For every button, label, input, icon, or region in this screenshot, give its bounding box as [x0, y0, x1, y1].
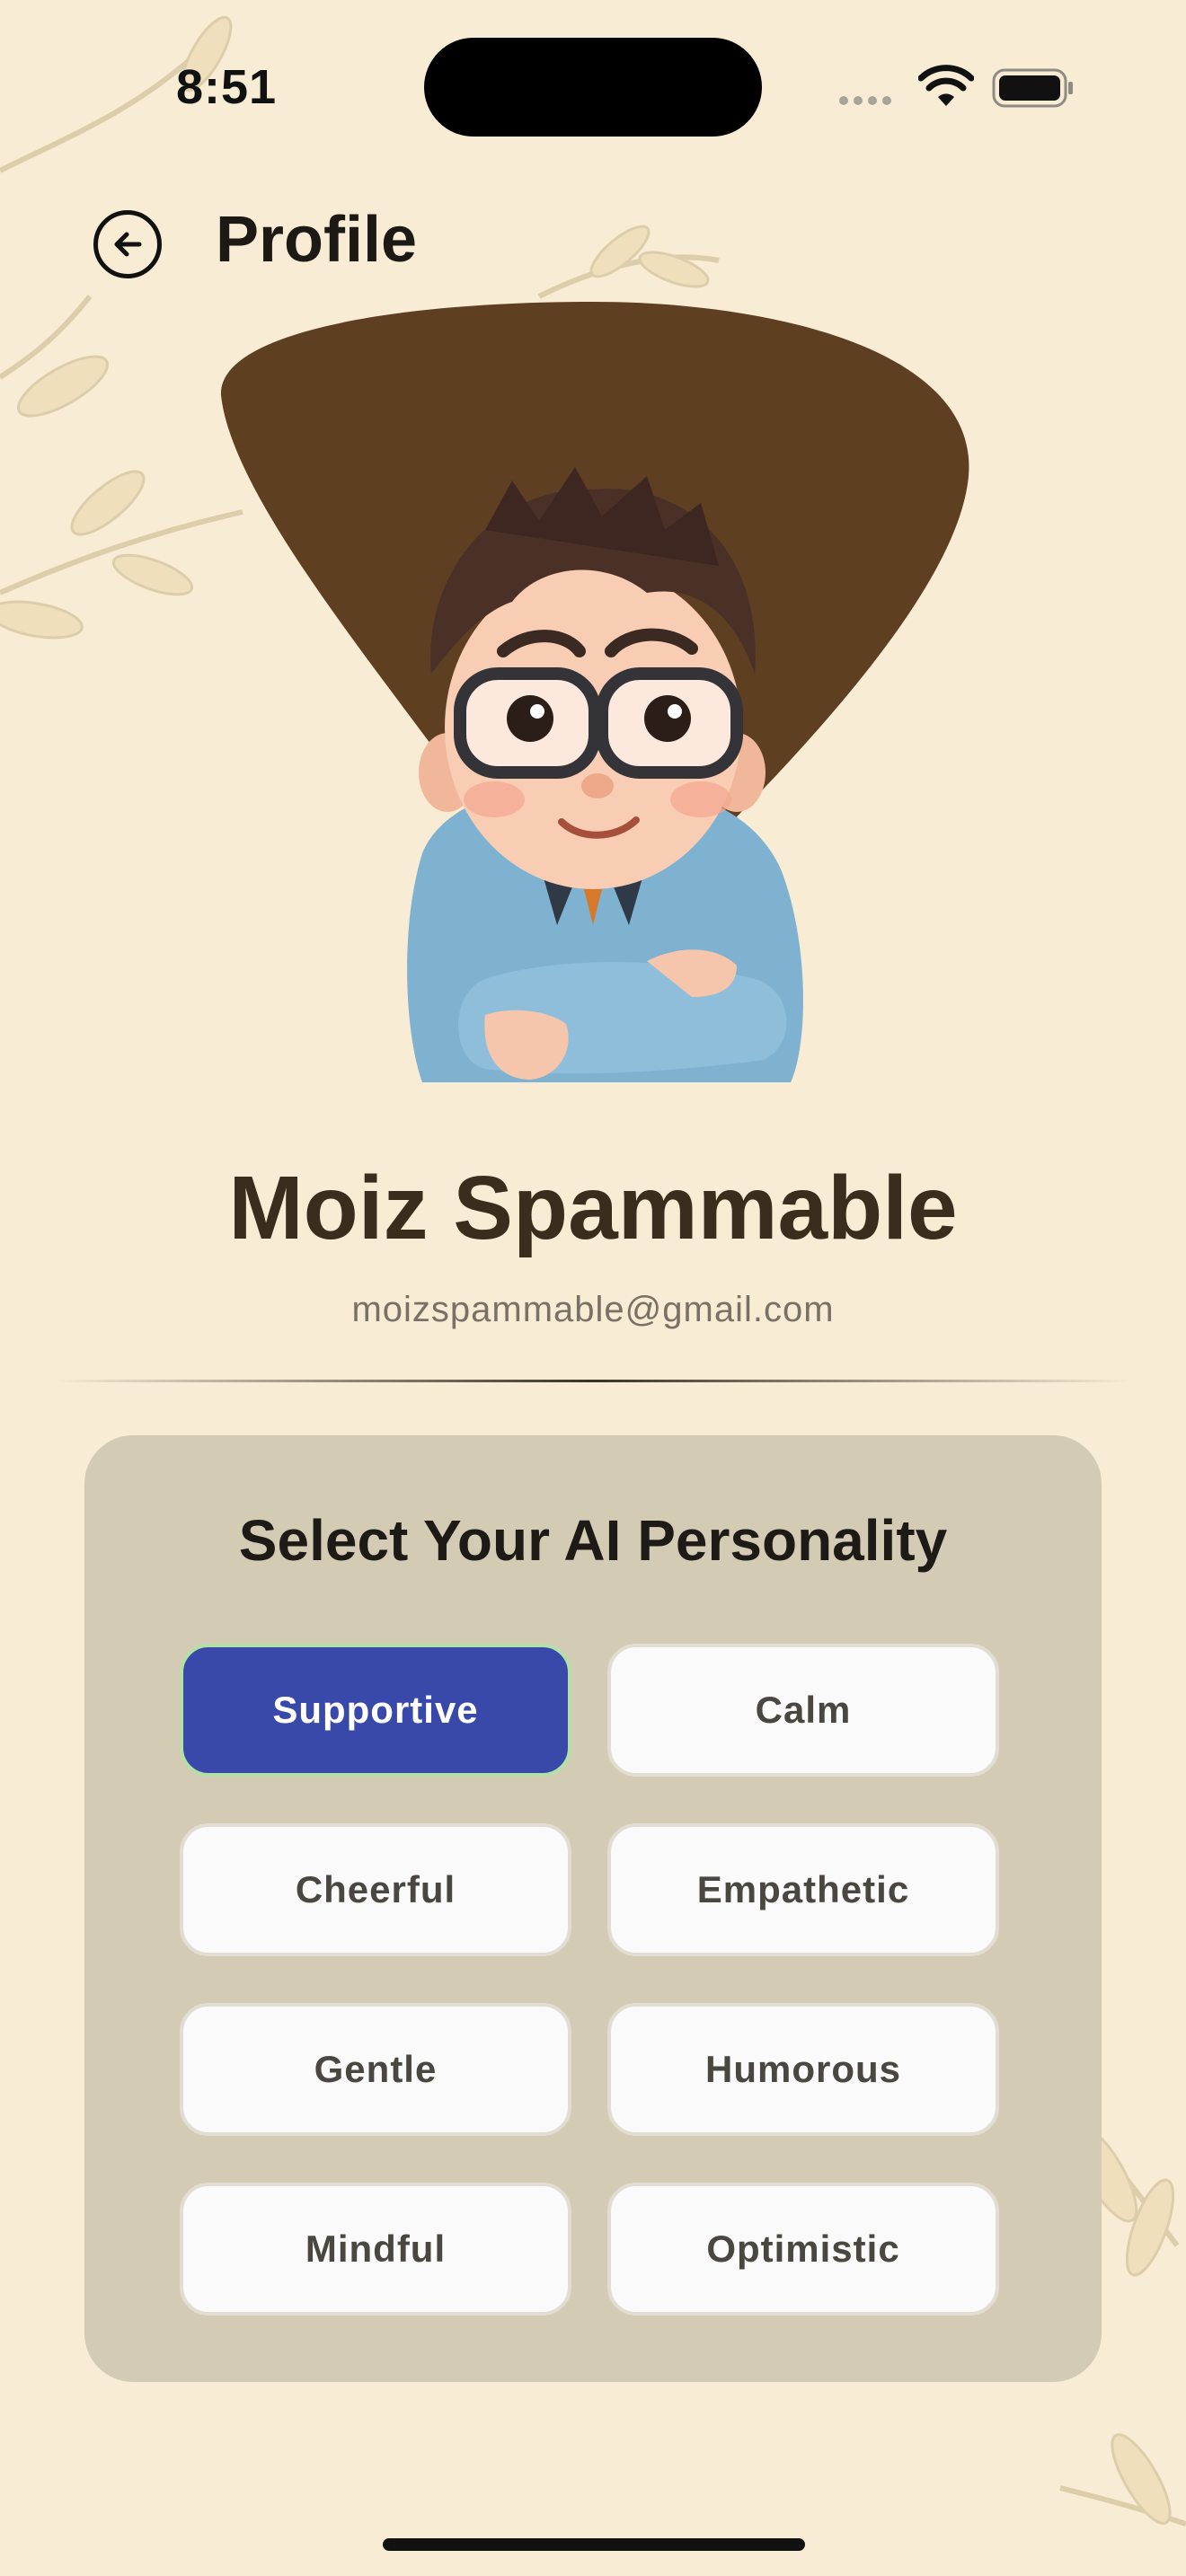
option-empathetic[interactable]: Empathetic	[607, 1823, 999, 1956]
wifi-icon	[918, 65, 974, 106]
profile-avatar[interactable]	[216, 296, 970, 1096]
back-button[interactable]	[93, 210, 162, 278]
option-calm[interactable]: Calm	[607, 1644, 999, 1777]
dynamic-island	[424, 38, 762, 137]
battery-icon	[992, 68, 1073, 108]
signal-dots-icon	[839, 93, 897, 110]
personality-card: Select Your AI Personality Supportive Ca…	[84, 1435, 1102, 2382]
option-cheerful[interactable]: Cheerful	[180, 1823, 571, 1956]
personality-options: Supportive Calm Cheerful Empathetic Gent…	[180, 1644, 999, 2316]
user-email: moizspammable@gmail.com	[351, 1290, 835, 1329]
arrow-left-icon	[114, 232, 142, 257]
page-title: Profile	[216, 204, 418, 276]
home-indicator[interactable]	[383, 2538, 805, 2551]
divider	[54, 1380, 1132, 1382]
option-optimistic[interactable]: Optimistic	[607, 2183, 999, 2316]
user-name: Moiz Spammable	[228, 1158, 958, 1258]
option-supportive[interactable]: Supportive	[180, 1644, 571, 1777]
personality-title: Select Your AI Personality	[238, 1508, 948, 1573]
option-mindful[interactable]: Mindful	[180, 2183, 571, 2316]
option-humorous[interactable]: Humorous	[607, 2003, 999, 2136]
option-gentle[interactable]: Gentle	[180, 2003, 571, 2136]
status-time: 8:51	[176, 60, 278, 114]
